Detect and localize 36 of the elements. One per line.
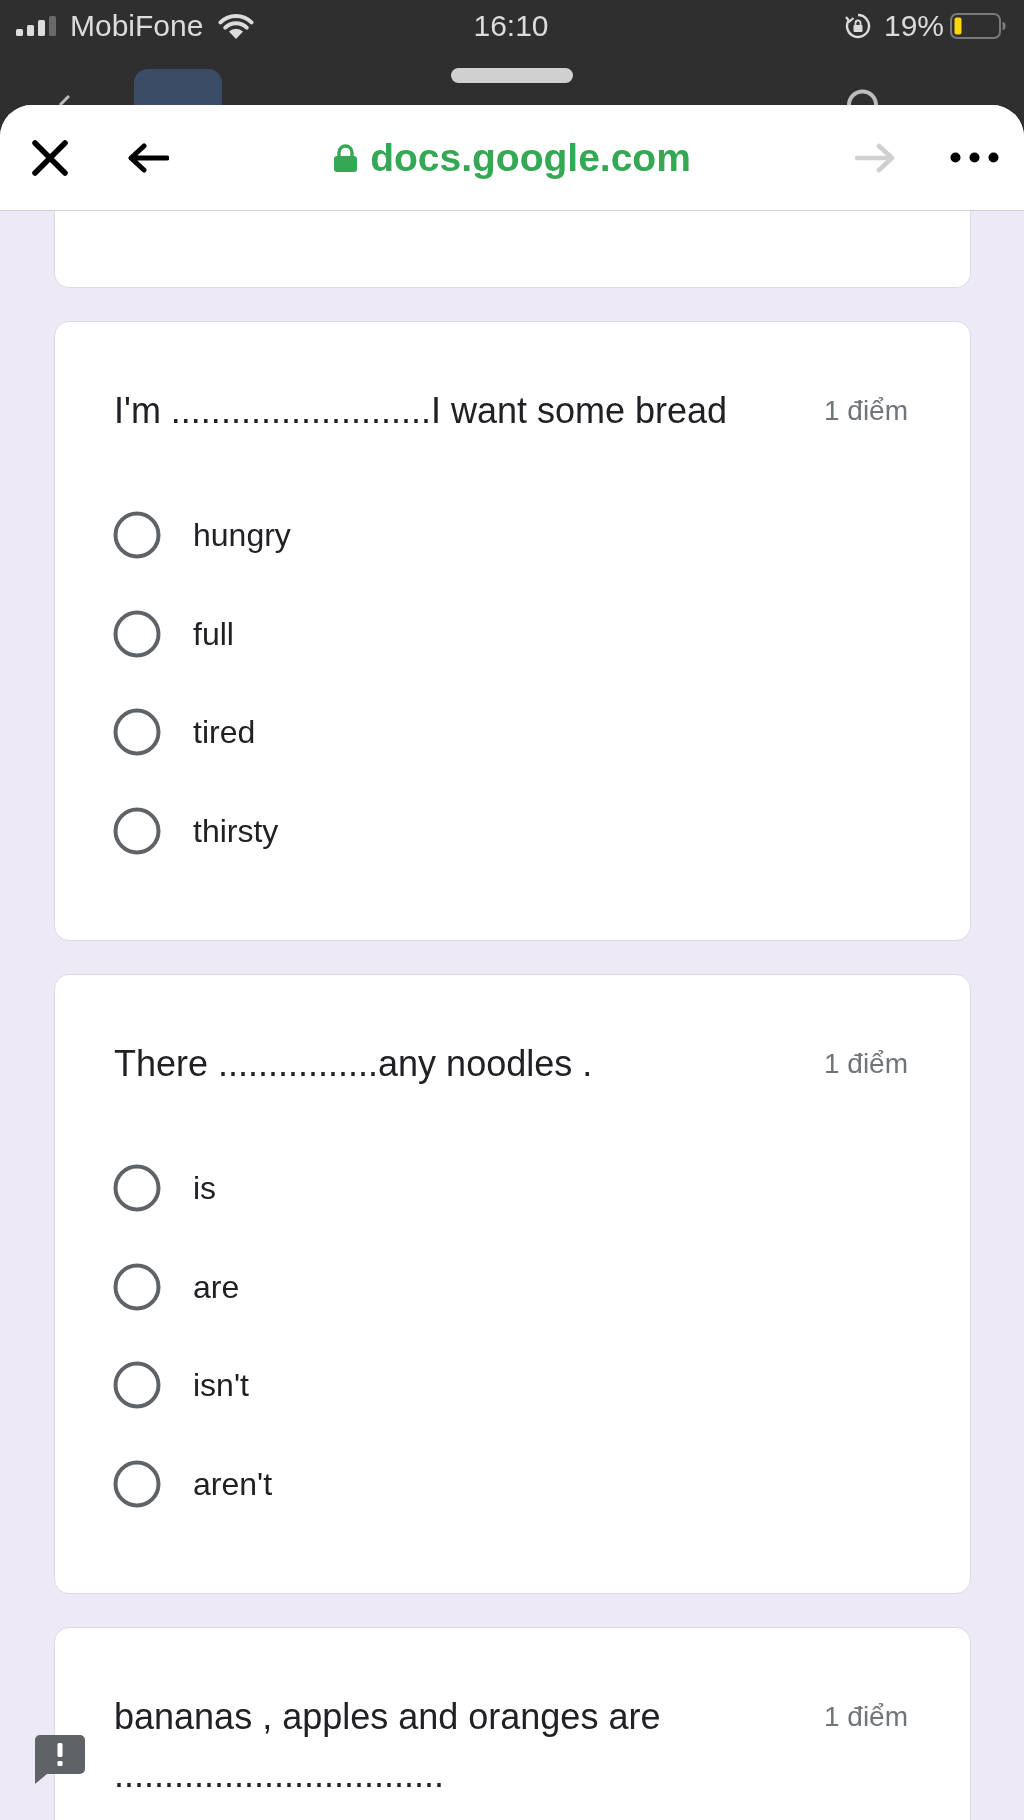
- radio-button[interactable]: [113, 1361, 161, 1410]
- option-label[interactable]: full: [193, 613, 234, 654]
- question-text: I'm ..........................I want some bread: [114, 389, 729, 433]
- option-label[interactable]: isn't: [193, 1365, 249, 1406]
- back-arrow-icon[interactable]: [127, 142, 169, 173]
- option-label[interactable]: are: [193, 1266, 240, 1307]
- chevron-icon[interactable]: [58, 95, 70, 105]
- radio-button[interactable]: [113, 609, 161, 658]
- radio-button[interactable]: [113, 708, 161, 757]
- signal-icon: [16, 16, 57, 36]
- option-label[interactable]: hungry: [193, 515, 291, 556]
- lock-icon: [333, 143, 359, 172]
- option-label[interactable]: thirsty: [193, 810, 279, 851]
- carrier-name: MobiFone: [70, 8, 204, 44]
- more-options-icon[interactable]: [950, 152, 999, 163]
- radio-button[interactable]: [113, 511, 161, 560]
- option-label[interactable]: is: [193, 1168, 217, 1209]
- battery-icon: [950, 13, 1006, 39]
- points-label: 1 điểm: [823, 1047, 908, 1081]
- radio-button[interactable]: [113, 1262, 161, 1311]
- question-text: There ................any noodles .: [114, 1042, 594, 1086]
- battery-percent: 19%: [883, 8, 944, 44]
- rotation-lock-icon: [844, 13, 871, 39]
- option-label[interactable]: tired: [193, 712, 256, 753]
- points-label: 1 điểm: [823, 394, 908, 428]
- question-text: bananas , apples and oranges are .................................: [114, 1695, 662, 1797]
- alert-bubble-icon[interactable]: [35, 1735, 85, 1784]
- points-label: 1 điểm: [823, 1700, 908, 1734]
- wifi-icon: [218, 13, 255, 39]
- radio-button[interactable]: [113, 1164, 161, 1213]
- sheet-handle[interactable]: [451, 68, 573, 83]
- close-icon[interactable]: [31, 138, 69, 177]
- option-label[interactable]: aren't: [193, 1463, 273, 1504]
- radio-button[interactable]: [113, 806, 161, 855]
- status-time: 16:10: [473, 8, 549, 44]
- radio-button[interactable]: [113, 1459, 161, 1508]
